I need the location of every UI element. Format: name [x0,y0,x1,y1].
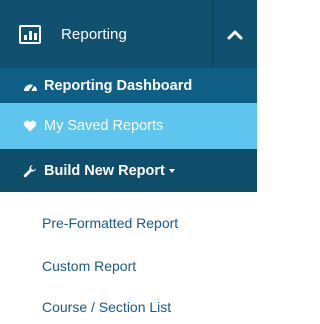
tachometer-icon [22,78,38,94]
reporting-header: Reporting [0,0,257,68]
menu-item-label: My Saved Reports [44,118,164,134]
wrench-icon [22,163,38,179]
menu-item-label: Build New Report [44,162,165,179]
collapse-toggle-button[interactable] [213,0,257,68]
reporting-section-link[interactable]: Reporting [0,0,213,68]
submenu-item-course-section-list[interactable]: Course / Section List [42,299,171,315]
menu-item-reporting-dashboard[interactable]: Reporting Dashboard [0,68,257,103]
menu-item-my-saved-reports[interactable]: My Saved Reports [0,103,257,149]
submenu-item-custom-report[interactable]: Custom Report [42,258,136,274]
reporting-menu: Reporting Reporting Dashboard My Saved R… [0,0,257,324]
submenu-item-pre-formatted-report[interactable]: Pre-Formatted Report [42,215,178,231]
bar-chart-icon [19,24,41,44]
menu-item-label: Reporting Dashboard [44,77,193,94]
heart-icon [22,118,38,134]
reporting-label: Reporting [61,25,127,43]
menu-item-build-new-report[interactable]: Build New Report [0,149,257,192]
caret-down-icon [168,168,175,173]
build-report-submenu: Pre-Formatted Report Custom Report Cours… [0,192,257,324]
chevron-up-icon [227,30,243,39]
